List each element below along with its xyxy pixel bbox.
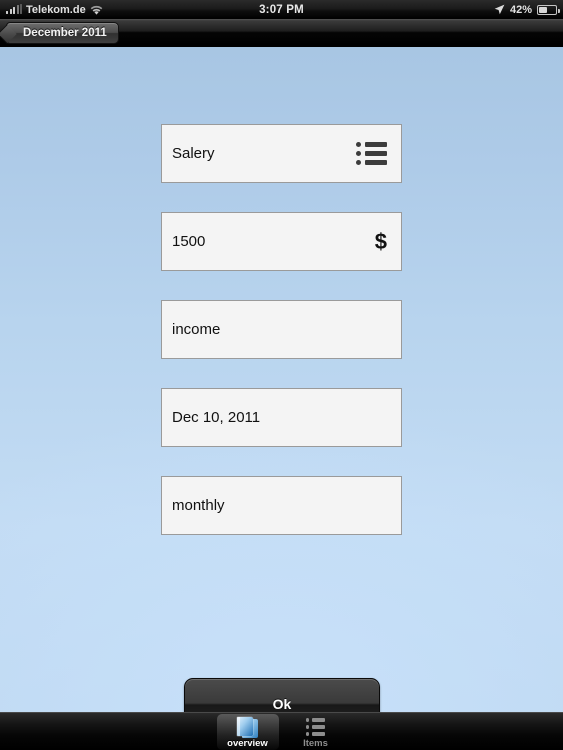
tab-overview-label: overview	[227, 738, 268, 749]
back-button[interactable]: December 2011	[6, 22, 119, 44]
status-bar-right: 42%	[494, 3, 560, 16]
type-field[interactable]: income	[161, 300, 402, 359]
date-field-value: Dec 10, 2011	[172, 410, 261, 425]
amount-field-value: 1500	[172, 234, 206, 249]
ok-button[interactable]: Ok	[184, 678, 380, 712]
battery-icon	[537, 4, 560, 15]
tab-items[interactable]: Items	[285, 714, 347, 750]
recurrence-field[interactable]: monthly	[161, 476, 402, 535]
ok-button-label: Ok	[272, 696, 292, 712]
book-icon	[237, 716, 258, 738]
currency-symbol-label: $	[374, 228, 387, 254]
list-bullet-icon	[305, 716, 326, 738]
list-bullet-icon[interactable]	[356, 142, 387, 165]
location-arrow-icon	[494, 4, 505, 15]
title-field-value: Salery	[172, 146, 215, 161]
back-button-label: December 2011	[23, 27, 107, 39]
title-field[interactable]: Salery	[161, 124, 402, 183]
navigation-bar: December 2011	[0, 19, 563, 46]
tab-bar: overview Items	[0, 712, 563, 750]
ipad-screen: Telekom.de 3:07 PM 42% December 2011 Sal…	[0, 0, 563, 750]
amount-field[interactable]: 1500 $	[161, 212, 402, 271]
dollar-sign-icon: $	[374, 228, 387, 254]
main-content: Salery 1500 $ income Dec 10, 2011 monthl…	[0, 47, 563, 712]
status-bar: Telekom.de 3:07 PM 42%	[0, 0, 563, 19]
tab-items-label: Items	[303, 738, 328, 749]
tab-overview[interactable]: overview	[216, 713, 279, 750]
date-field[interactable]: Dec 10, 2011	[161, 388, 402, 447]
status-bar-clock: 3:07 PM	[259, 3, 304, 16]
recurrence-field-value: monthly	[172, 498, 225, 513]
type-field-value: income	[172, 322, 221, 337]
entry-form: Salery 1500 $ income Dec 10, 2011 monthl…	[161, 124, 402, 564]
battery-percent-label: 42%	[509, 3, 532, 16]
